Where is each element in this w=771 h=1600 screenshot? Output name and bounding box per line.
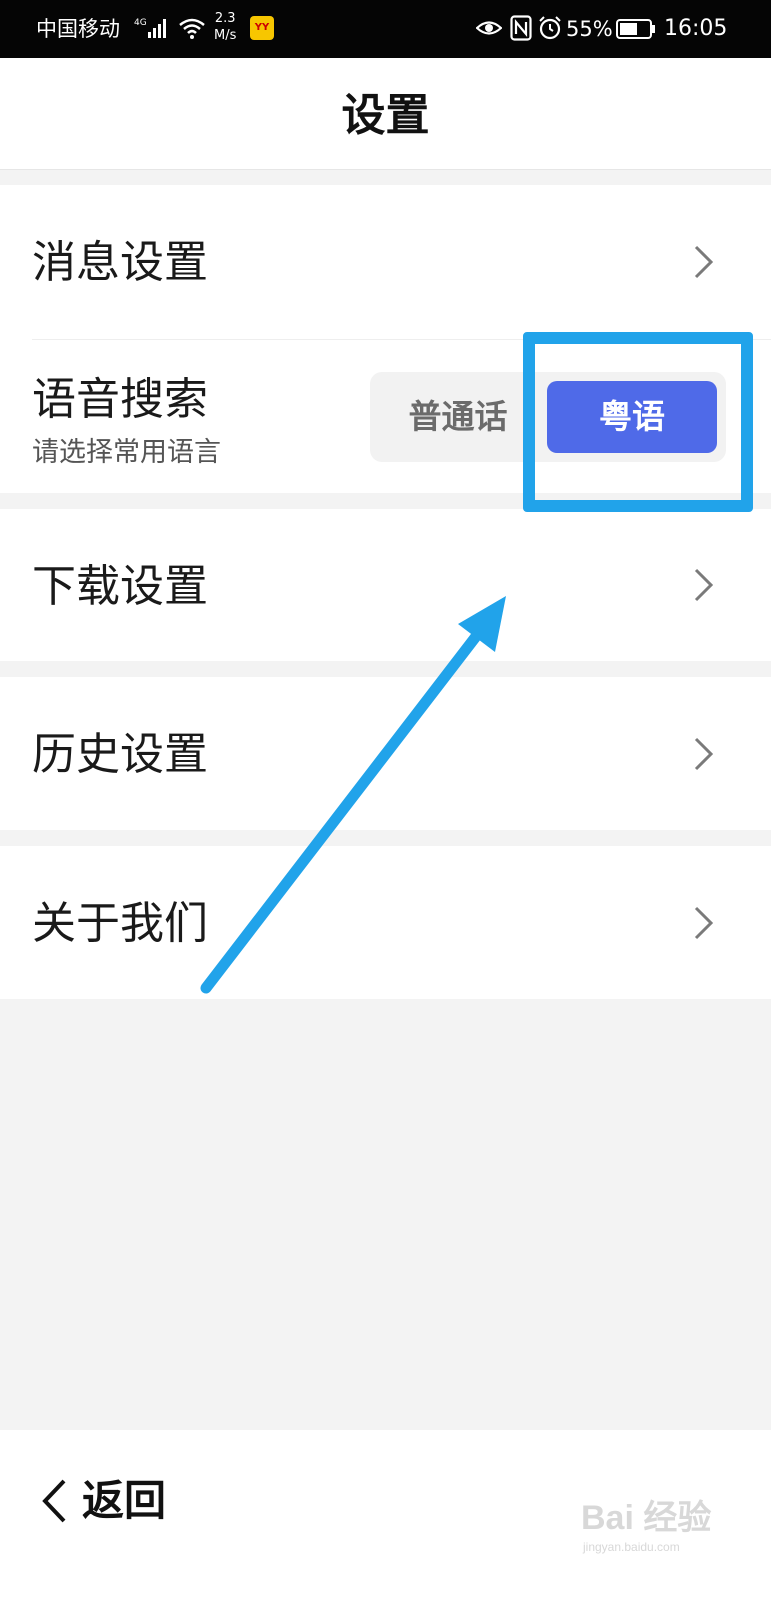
chevron-right-icon xyxy=(694,245,714,279)
voice-search-label: 语音搜索 xyxy=(32,374,208,425)
eye-comfort-icon xyxy=(476,21,502,35)
download-settings-row[interactable]: 下载设置 xyxy=(0,509,771,661)
option-mandarin[interactable]: 普通话 xyxy=(370,372,546,462)
page-title: 设置 xyxy=(341,90,430,141)
alarm-icon xyxy=(539,16,561,40)
nfc-icon xyxy=(510,15,532,41)
header: 设置 xyxy=(0,58,771,170)
speed-value: 2.3 xyxy=(214,11,236,26)
back-button[interactable]: 返回 xyxy=(30,1460,190,1550)
history-settings-label: 历史设置 xyxy=(32,729,208,780)
wifi-icon xyxy=(179,18,205,39)
about-us-row[interactable]: 关于我们 xyxy=(0,846,771,999)
clock: 16:05 xyxy=(664,16,728,41)
yy-app-icon: YY xyxy=(250,16,274,40)
message-settings-label: 消息设置 xyxy=(32,237,208,288)
speed-unit: M/s xyxy=(214,28,237,43)
option-cantonese[interactable]: 粤语 xyxy=(547,381,717,453)
watermark-url: jingyan.baidu.com xyxy=(583,1540,680,1554)
battery-icon xyxy=(616,19,655,39)
about-us-row-inner: 关于我们 xyxy=(0,846,771,999)
download-settings-row-inner: 下载设置 xyxy=(0,509,771,661)
voice-search-sublabel: 请选择常用语言 xyxy=(32,437,221,468)
baidu-jingyan-watermark: Bai 经验 jingyan.baidu.com xyxy=(575,1488,725,1558)
cellular-signal-icon: 4G xyxy=(134,18,166,38)
message-settings-row[interactable]: 消息设置 xyxy=(0,185,771,339)
language-toggle: 普通话 粤语 xyxy=(370,372,726,462)
chevron-left-icon xyxy=(42,1479,66,1523)
watermark-text: Bai 经验 xyxy=(581,1499,712,1537)
carrier-name: 中国移动 xyxy=(36,17,120,41)
status-bar: 中国移动 4G 2.3 M/s YY 55% 16:05 xyxy=(0,0,771,58)
history-settings-row-inner: 历史设置 xyxy=(0,677,771,830)
about-us-label: 关于我们 xyxy=(32,898,208,949)
chevron-right-icon xyxy=(694,906,714,940)
battery-percent: 55% xyxy=(566,17,613,41)
history-settings-row[interactable]: 历史设置 xyxy=(0,677,771,830)
chevron-right-icon xyxy=(694,737,714,771)
chevron-right-icon xyxy=(694,568,714,602)
network-speed: 2.3 M/s xyxy=(214,10,236,44)
network-type: 4G xyxy=(134,18,147,28)
back-label: 返回 xyxy=(82,1476,167,1525)
download-settings-label: 下载设置 xyxy=(32,561,208,612)
